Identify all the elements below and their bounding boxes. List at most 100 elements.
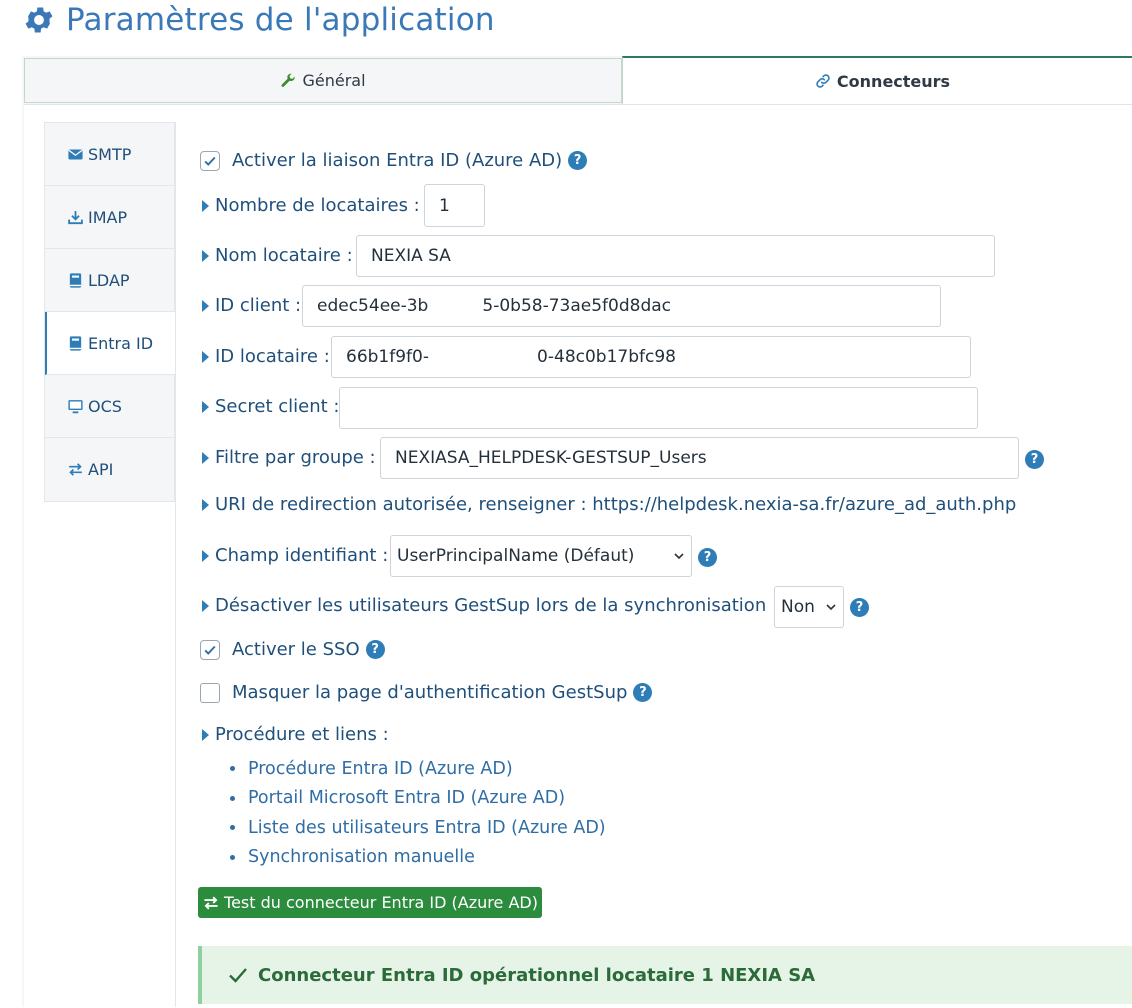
exchange-icon bbox=[69, 463, 82, 476]
sidebar-item-entra-id[interactable]: Entra ID bbox=[45, 312, 175, 375]
content-divider bbox=[175, 122, 176, 1007]
desktop-icon bbox=[68, 399, 83, 413]
chevron-down-icon bbox=[674, 553, 684, 560]
link-portal-entra[interactable]: Portail Microsoft Entra ID (Azure AD) bbox=[230, 784, 606, 814]
sidebar-item-label: API bbox=[88, 460, 114, 479]
test-connector-label: Test du connecteur Entra ID (Azure AD) bbox=[224, 893, 538, 912]
test-connector-button[interactable]: Test du connecteur Entra ID (Azure AD) bbox=[198, 887, 542, 918]
sidebar-item-imap[interactable]: IMAP bbox=[45, 186, 174, 249]
link-text: Synchronisation manuelle bbox=[248, 847, 475, 868]
redirect-uri-label: URI de redirection autorisée, renseigner… bbox=[215, 494, 1017, 515]
disable-users-label: Désactiver les utilisateurs GestSup lors… bbox=[215, 595, 779, 616]
caret-right-icon bbox=[202, 549, 209, 562]
bullet bbox=[230, 795, 235, 801]
tenant-name-row: Nom locataire : bbox=[200, 245, 353, 266]
chevron-down-icon bbox=[826, 604, 836, 611]
sidebar-item-label: IMAP bbox=[88, 207, 128, 227]
wrench-icon bbox=[282, 73, 296, 87]
bullet bbox=[230, 854, 235, 860]
identifier-label: Champ identifiant : bbox=[215, 545, 389, 566]
link-text: Portail Microsoft Entra ID (Azure AD) bbox=[248, 788, 566, 809]
tab-connectors-label: Connecteurs bbox=[836, 71, 951, 91]
procedure-links: Procédure Entra ID (Azure AD) Portail Mi… bbox=[230, 754, 606, 872]
help-icon[interactable]: ? bbox=[850, 598, 869, 617]
group-filter-label: Filtre par groupe : bbox=[215, 447, 376, 468]
link-icon bbox=[816, 74, 830, 88]
sso-checkbox[interactable] bbox=[200, 639, 220, 660]
exchange-icon bbox=[204, 896, 218, 909]
book-icon bbox=[69, 272, 82, 288]
hide-auth-label: Masquer la page d'authentification GestS… bbox=[232, 682, 628, 703]
tenant-name-input[interactable]: NEXIA SA bbox=[356, 235, 995, 277]
client-id-label: ID client : bbox=[215, 295, 302, 316]
hide-auth-checkbox[interactable] bbox=[200, 682, 220, 703]
enable-link-checkbox[interactable] bbox=[200, 150, 220, 171]
tenant-count-input[interactable]: 1 bbox=[424, 184, 485, 227]
caret-right-icon bbox=[202, 199, 209, 212]
page-title: Paramètres de l'application bbox=[22, 2, 495, 38]
sidebar-item-label: Entra ID bbox=[88, 333, 154, 353]
hide-auth-row: Masquer la page d'authentification GestS… bbox=[200, 682, 653, 703]
caret-right-icon bbox=[202, 728, 209, 741]
gear-icon bbox=[25, 7, 53, 33]
book-icon bbox=[69, 335, 82, 351]
procedures-row: Procédure et liens : bbox=[200, 724, 389, 745]
sidebar-item-ocs[interactable]: OCS bbox=[45, 375, 174, 438]
enable-link-label: Activer la liaison Entra ID (Azure AD) bbox=[232, 150, 563, 171]
sidebar-item-ldap[interactable]: LDAP bbox=[45, 249, 174, 312]
identifier-select[interactable]: UserPrincipalName (Défaut) bbox=[390, 535, 692, 577]
group-filter-input[interactable]: NEXIASA_HELPDESK-GESTSUP_Users bbox=[380, 437, 1019, 479]
secret-row: Secret client : bbox=[200, 396, 339, 417]
check-icon bbox=[204, 156, 216, 166]
identifier-row: Champ identifiant : bbox=[200, 545, 388, 566]
download-icon bbox=[68, 210, 83, 224]
tenant-id-row: ID locataire : bbox=[200, 346, 330, 367]
disable-users-select[interactable]: Non bbox=[774, 586, 844, 628]
sso-row: Activer le SSO ? bbox=[200, 639, 385, 660]
secret-input[interactable] bbox=[339, 387, 978, 429]
sso-label: Activer le SSO bbox=[232, 639, 360, 660]
help-icon[interactable]: ? bbox=[365, 640, 385, 659]
sidebar-item-label: LDAP bbox=[88, 270, 130, 290]
caret-right-icon bbox=[202, 299, 209, 312]
check-icon bbox=[204, 645, 216, 655]
sidebar-item-api[interactable]: API bbox=[45, 438, 174, 501]
client-id-input[interactable]: edec54ee-3b 5-0b58-73ae5f0d8dac bbox=[302, 285, 941, 327]
sidebar-item-label: OCS bbox=[88, 396, 122, 416]
link-procedure-entra[interactable]: Procédure Entra ID (Azure AD) bbox=[230, 754, 606, 784]
success-alert-text: Connecteur Entra ID opérationnel locatai… bbox=[258, 964, 816, 986]
disable-users-select-value: Non bbox=[781, 597, 815, 617]
tab-connectors[interactable]: Connecteurs bbox=[622, 56, 1132, 104]
disable-users-row: Désactiver les utilisateurs GestSup lors… bbox=[200, 595, 778, 616]
help-icon[interactable]: ? bbox=[698, 548, 717, 567]
tenant-id-label: ID locataire : bbox=[215, 346, 330, 367]
bullet bbox=[230, 825, 235, 831]
sidebar-nav: SMTP IMAP LDAP Entra ID OCS API bbox=[44, 122, 175, 502]
procedures-label: Procédure et liens : bbox=[215, 724, 389, 745]
help-icon[interactable]: ? bbox=[633, 683, 653, 702]
caret-right-icon bbox=[202, 350, 209, 363]
identifier-select-value: UserPrincipalName (Défaut) bbox=[397, 546, 635, 566]
tenant-id-input[interactable]: 66b1f9f0- 0-48c0b17bfc98 bbox=[331, 336, 971, 378]
check-icon bbox=[229, 968, 247, 983]
success-alert: Connecteur Entra ID opérationnel locatai… bbox=[198, 946, 1132, 1004]
help-icon[interactable]: ? bbox=[1025, 450, 1044, 469]
sidebar-item-smtp[interactable]: SMTP bbox=[45, 123, 174, 186]
redirect-uri-row: URI de redirection autorisée, renseigner… bbox=[200, 494, 1016, 515]
link-manual-sync[interactable]: Synchronisation manuelle bbox=[230, 843, 606, 873]
tenant-count-label: Nombre de locataires : bbox=[215, 195, 420, 216]
link-text: Procédure Entra ID (Azure AD) bbox=[248, 758, 513, 779]
caret-right-icon bbox=[202, 498, 209, 511]
tab-general-label: Général bbox=[302, 71, 366, 90]
tenant-name-label: Nom locataire : bbox=[215, 245, 353, 266]
caret-right-icon bbox=[202, 599, 209, 612]
help-icon[interactable]: ? bbox=[568, 151, 588, 170]
tab-general[interactable]: Général bbox=[24, 58, 622, 103]
secret-label: Secret client : bbox=[215, 396, 340, 417]
tenant-count-row: Nombre de locataires : bbox=[200, 195, 420, 216]
page-title-text: Paramètres de l'application bbox=[66, 2, 495, 38]
link-text: Liste des utilisateurs Entra ID (Azure A… bbox=[248, 817, 606, 838]
link-user-list[interactable]: Liste des utilisateurs Entra ID (Azure A… bbox=[230, 813, 606, 843]
group-filter-row: Filtre par groupe : bbox=[200, 447, 376, 468]
caret-right-icon bbox=[202, 400, 209, 413]
